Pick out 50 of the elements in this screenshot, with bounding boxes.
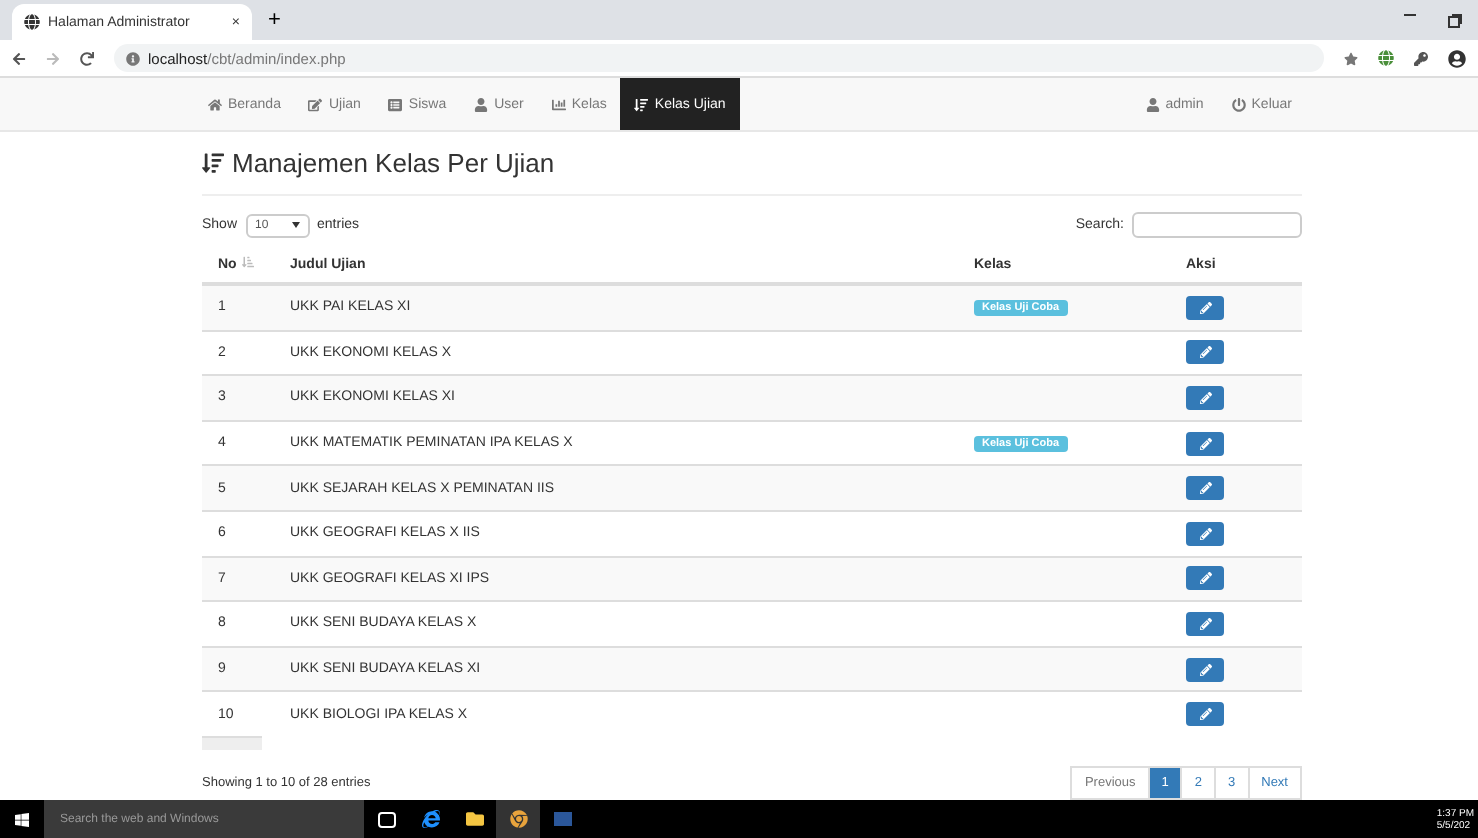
extension-icon[interactable] <box>1378 50 1394 66</box>
edit-button[interactable] <box>1186 657 1224 682</box>
edit-button[interactable] <box>1186 702 1224 727</box>
user-icon <box>1145 97 1160 111</box>
pencil-icon <box>1199 663 1211 676</box>
globe-icon <box>24 14 40 30</box>
star-icon[interactable] <box>1344 51 1358 65</box>
minimize-icon[interactable] <box>1404 13 1416 15</box>
app-icon[interactable] <box>553 812 571 826</box>
edit-button[interactable] <box>1186 476 1224 501</box>
power-icon <box>1231 97 1246 111</box>
sort-icon <box>202 152 224 174</box>
home-icon <box>208 97 222 111</box>
user-icon <box>474 97 489 111</box>
sort-icon <box>242 256 255 268</box>
folder-icon[interactable] <box>465 810 483 828</box>
pencil-icon <box>1199 617 1211 630</box>
pencil-icon <box>1199 437 1211 450</box>
pencil-icon <box>1199 346 1211 359</box>
new-tab-button[interactable]: + <box>252 8 297 32</box>
pencil-icon <box>1199 301 1211 314</box>
edit-button[interactable] <box>1186 340 1224 365</box>
pencil-icon <box>1199 708 1211 721</box>
browser-icon[interactable] <box>421 810 439 828</box>
edit-button[interactable] <box>1186 611 1224 636</box>
edit-button[interactable] <box>1186 295 1224 320</box>
edit-button[interactable] <box>1186 566 1224 591</box>
pencil-icon <box>1199 527 1211 540</box>
info-icon <box>126 51 140 65</box>
task-view-icon[interactable] <box>377 811 395 827</box>
edit-icon <box>308 97 323 111</box>
start-icon[interactable] <box>14 811 30 827</box>
key-icon[interactable] <box>1414 51 1428 65</box>
reload-icon[interactable] <box>80 51 94 65</box>
bar-chart-icon <box>551 97 566 111</box>
caret-icon <box>291 222 300 228</box>
list-icon <box>388 97 403 111</box>
edit-button[interactable] <box>1186 521 1224 546</box>
chrome-icon[interactable] <box>509 810 527 828</box>
page-title: Manajemen Kelas Per Ujian <box>232 148 555 178</box>
edit-button[interactable] <box>1186 431 1224 456</box>
search-field[interactable] <box>1132 212 1302 238</box>
back-icon[interactable] <box>12 51 26 65</box>
pencil-icon <box>1199 391 1211 404</box>
sort-icon <box>634 97 649 111</box>
maximize-icon[interactable] <box>1448 13 1462 27</box>
pencil-icon <box>1199 572 1211 585</box>
edit-button[interactable] <box>1186 385 1224 410</box>
pencil-icon <box>1199 482 1211 495</box>
profile-icon[interactable] <box>1448 49 1466 67</box>
